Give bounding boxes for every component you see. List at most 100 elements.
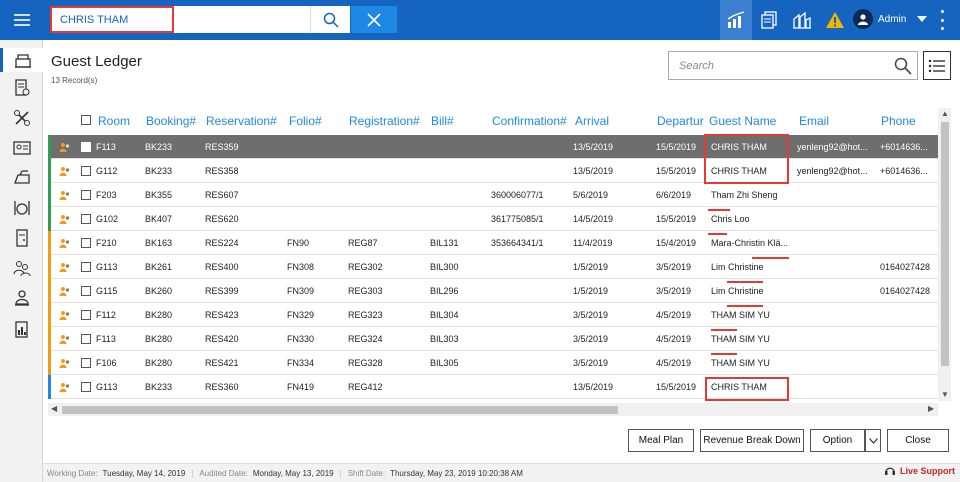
table-row[interactable]: F113 BK280 RES420 FN330 REG324 BIL303 3/5/2019… — [48, 327, 938, 351]
table-row[interactable]: F106 BK280 RES421 FN334 REG328 BIL305 3/5/2019… — [48, 351, 938, 375]
sidebar-item-groups[interactable] — [0, 256, 43, 280]
column-header-guest-name[interactable]: Guest Name — [709, 114, 776, 128]
column-header-arrival[interactable]: Arrival — [575, 114, 609, 128]
table-row[interactable]: F203 BK355 RES607 360006077/1 5/6/2019 6/6/20… — [48, 183, 938, 207]
global-search-field-extension[interactable] — [174, 6, 310, 33]
cell-arrival: 11/4/2019 — [573, 238, 613, 248]
cell-email: yenleng92@hot... — [797, 142, 868, 152]
column-header-departure[interactable]: Departur — [657, 114, 704, 128]
row-checkbox[interactable] — [81, 166, 91, 176]
table-row[interactable]: F113 BK233 RES359 13/5/2019 15/5/2019 CHRIS T… — [48, 135, 938, 159]
sidebar-item-reports[interactable] — [0, 318, 43, 342]
cell-bill: BIL131 — [430, 238, 459, 248]
clear-search-button[interactable] — [351, 6, 397, 33]
cell-confirmation: 360006077/1 — [491, 190, 544, 200]
column-header-bill[interactable]: Bill# — [431, 114, 454, 128]
table-row[interactable]: G113 BK261 RES400 FN308 REG302 BIL300 1/5/2019… — [48, 255, 938, 279]
row-checkbox[interactable] — [81, 286, 91, 296]
table-row[interactable]: G115 BK260 RES399 FN309 REG303 BIL296 1/5/2019… — [48, 279, 938, 303]
row-checkbox[interactable] — [81, 262, 91, 272]
horizontal-scrollbar[interactable]: ◀ ▶ — [48, 403, 938, 416]
cell-folio: FN334 — [287, 358, 315, 368]
sidebar-item-restaurant[interactable] — [0, 196, 43, 220]
admin-label: Admin — [878, 13, 907, 25]
table-row[interactable]: G102 BK407 RES620 361775085/1 14/5/2019 15/5/… — [48, 207, 938, 231]
cell-departure: 4/5/2019 — [656, 334, 692, 344]
row-checkbox[interactable] — [81, 358, 91, 368]
admin-menu[interactable]: Admin — [853, 8, 928, 30]
row-checkbox[interactable] — [81, 190, 91, 200]
hotel-button[interactable] — [786, 0, 818, 40]
cell-guest: Tham Zhi Sheng — [711, 190, 778, 200]
revenue-break-down-button[interactable]: Revenue Break Down — [700, 429, 804, 452]
table-row[interactable]: G113 BK233 RES360 FN419 REG412 13/5/2019 15/5/… — [48, 375, 938, 399]
column-header-folio[interactable]: Folio# — [289, 114, 322, 128]
option-dropdown-button[interactable] — [865, 429, 881, 452]
live-support-link[interactable]: Live Support — [884, 465, 955, 477]
cell-guest: CHRIS THAM — [711, 382, 767, 392]
select-all-checkbox[interactable] — [81, 115, 91, 125]
column-header-booking[interactable]: Booking# — [146, 114, 196, 128]
cell-room: F113 — [96, 142, 116, 152]
close-button[interactable]: Close — [887, 429, 949, 452]
meal-plan-button[interactable]: Meal Plan — [628, 429, 694, 452]
cell-bill: BIL296 — [430, 286, 459, 296]
column-header-room[interactable]: Room — [98, 114, 130, 128]
column-header-reservation[interactable]: Reservation# — [206, 114, 277, 128]
row-checkbox[interactable] — [81, 382, 91, 392]
sidebar-item-front-desk[interactable] — [0, 48, 43, 72]
scroll-up-icon[interactable]: ▲ — [941, 110, 949, 118]
column-header-phone[interactable]: Phone — [881, 114, 916, 128]
option-button[interactable]: Option — [810, 429, 865, 452]
dashboard-chart-button[interactable] — [720, 0, 752, 40]
sidebar-item-guest-profile[interactable] — [0, 136, 43, 160]
row-checkbox[interactable] — [81, 214, 91, 224]
row-checkbox[interactable] — [81, 334, 91, 344]
status-bar: Working Date: Tuesday, May 14, 2019 | Au… — [43, 463, 960, 482]
row-checkbox[interactable] — [81, 142, 91, 152]
close-icon — [367, 12, 381, 27]
scroll-left-icon[interactable]: ◀ — [51, 405, 57, 413]
column-header-registration[interactable]: Registration# — [349, 114, 420, 128]
table-row[interactable]: F210 BK163 RES224 FN90 REG87 BIL131 353664341/… — [48, 231, 938, 255]
global-search-input[interactable] — [52, 8, 172, 31]
scroll-down-icon[interactable]: ▼ — [941, 391, 949, 399]
column-header-confirmation[interactable]: Confirmation# — [492, 114, 567, 128]
search-button[interactable] — [310, 6, 350, 33]
cell-departure: 4/5/2019 — [656, 310, 692, 320]
table-row[interactable]: F112 BK280 RES423 FN329 REG323 BIL304 3/5/2019… — [48, 303, 938, 327]
cell-booking: BK261 — [145, 262, 173, 272]
sidebar-item-billing[interactable] — [0, 76, 43, 100]
column-header-email[interactable]: Email — [799, 114, 829, 128]
guest-type-icon — [59, 311, 70, 320]
alerts-button[interactable] — [819, 0, 851, 40]
menu-icon[interactable] — [0, 0, 43, 40]
annotation-underline — [727, 305, 763, 307]
cell-booking: BK233 — [145, 142, 173, 152]
vertical-scrollbar[interactable]: ▲ ▼ — [938, 108, 951, 401]
horizontal-scroll-thumb[interactable] — [62, 406, 618, 414]
sidebar-item-concierge[interactable] — [0, 286, 43, 310]
cell-room: F113 — [96, 334, 116, 344]
ledger-search-input[interactable] — [669, 52, 879, 79]
scroll-right-icon[interactable]: ▶ — [928, 405, 934, 413]
vertical-scroll-thumb[interactable] — [941, 122, 949, 366]
status-indicator — [48, 159, 51, 183]
table-row[interactable]: G112 BK233 RES358 13/5/2019 15/5/2019 CHRIS T… — [48, 159, 938, 183]
row-checkbox[interactable] — [81, 238, 91, 248]
documents-button[interactable] — [753, 0, 785, 40]
ledger-search-button[interactable] — [893, 56, 913, 76]
column-list-button[interactable] — [923, 51, 951, 80]
sidebar-item-housekeeping[interactable] — [0, 166, 43, 190]
cell-arrival: 13/5/2019 — [573, 142, 614, 152]
more-icon[interactable] — [936, 10, 948, 30]
ledger-search-field[interactable] — [668, 51, 918, 80]
cell-guest: Chris Loo — [711, 214, 750, 224]
global-search-field[interactable] — [50, 6, 174, 33]
cell-room: G115 — [96, 286, 118, 296]
cell-departure: 3/5/2019 — [656, 286, 692, 296]
row-checkbox[interactable] — [81, 310, 91, 320]
annotation-underline — [752, 257, 789, 259]
sidebar-item-tools[interactable] — [0, 106, 43, 130]
sidebar-item-rooms[interactable] — [0, 226, 43, 250]
